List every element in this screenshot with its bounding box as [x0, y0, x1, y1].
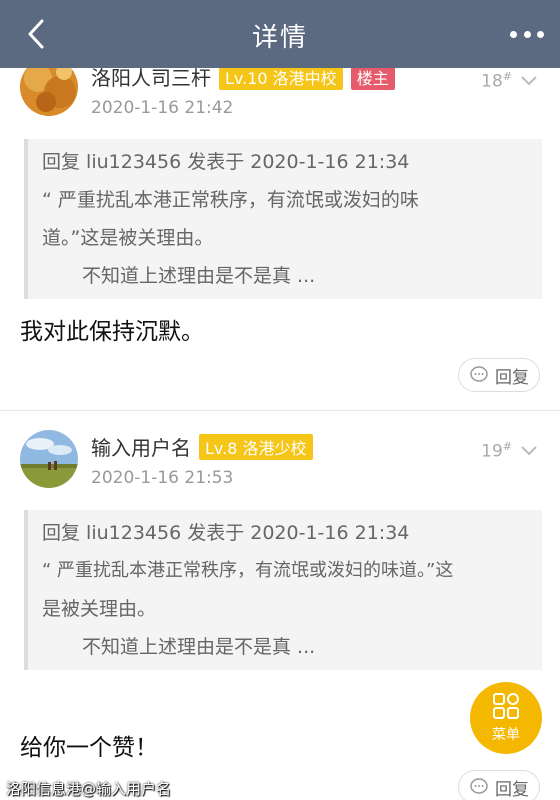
username[interactable]: 洛阳人司三杆 [91, 68, 211, 91]
divider [0, 410, 560, 411]
menu-label: 菜单 [492, 727, 520, 743]
avatar[interactable] [20, 430, 78, 488]
reply-label: 回复 [495, 779, 529, 800]
quote-text-line: 是被关理由。 [42, 598, 157, 620]
reply-button[interactable]: 回复 [458, 770, 540, 800]
post-time: 2020-1-16 21:42 [91, 98, 234, 118]
post-detail-content: 洛阳人司三杆 Lv.10 洛港中校 楼主 18# 2020-1-16 21:42… [0, 68, 560, 800]
menu-button[interactable]: 菜单 [470, 682, 542, 754]
top-nav-bar: 详情 [0, 0, 560, 68]
post-time: 2020-1-16 21:53 [91, 468, 234, 488]
watermark: 洛阳信息港@输入用户名 [6, 780, 172, 798]
reply-button[interactable]: 回复 [458, 358, 540, 392]
page-title: 详情 [251, 23, 308, 53]
avatar[interactable] [20, 68, 78, 116]
quote-text-line: 道。”这是被关理由。 [42, 227, 214, 249]
comment-icon [470, 778, 488, 794]
quote-text-line: “ 严重扰乱本港正常秩序，有流氓或泼妇的味 [42, 189, 419, 211]
chevron-down-icon[interactable] [520, 75, 538, 87]
post-author: 洛阳人司三杆 Lv.10 洛港中校 楼主 [91, 68, 395, 91]
floor-number: 18# [481, 70, 538, 92]
more-dots-icon [510, 30, 517, 38]
level-badge: Lv.10 洛港中校 [219, 68, 343, 90]
quote-header: 回复 liu123456 发表于 2020-1-16 21:34 [42, 151, 410, 173]
owner-badge: 楼主 [350, 68, 395, 90]
quote-text-line: “ 严重扰乱本港正常秩序，有流氓或泼妇的味道。”这 [42, 560, 454, 581]
floor-number: 19# [481, 440, 538, 462]
reply-label: 回复 [495, 367, 529, 388]
quote-more: 不知道上述理由是不是真 ... [82, 265, 316, 287]
quote-block[interactable]: 回复 liu123456 发表于 2020-1-16 21:34 “ 严重扰乱本… [24, 139, 542, 299]
post-author: 输入用户名 Lv.8 洛港少校 [91, 432, 313, 461]
quote-block[interactable]: 回复 liu123456 发表于 2020-1-16 21:34 “ 严重扰乱本… [24, 510, 542, 670]
grid-menu-icon [493, 693, 519, 719]
username[interactable]: 输入用户名 [91, 432, 191, 461]
post-text: 我对此保持沉默。 [20, 319, 204, 345]
more-button[interactable] [510, 22, 544, 46]
level-badge: Lv.8 洛港少校 [199, 433, 313, 460]
quote-more: 不知道上述理由是不是真 ... [82, 636, 316, 658]
post-text: 给你一个赞！ [20, 735, 158, 761]
quote-header: 回复 liu123456 发表于 2020-1-16 21:34 [42, 522, 410, 544]
chevron-down-icon[interactable] [520, 445, 538, 457]
comment-icon [470, 366, 488, 382]
